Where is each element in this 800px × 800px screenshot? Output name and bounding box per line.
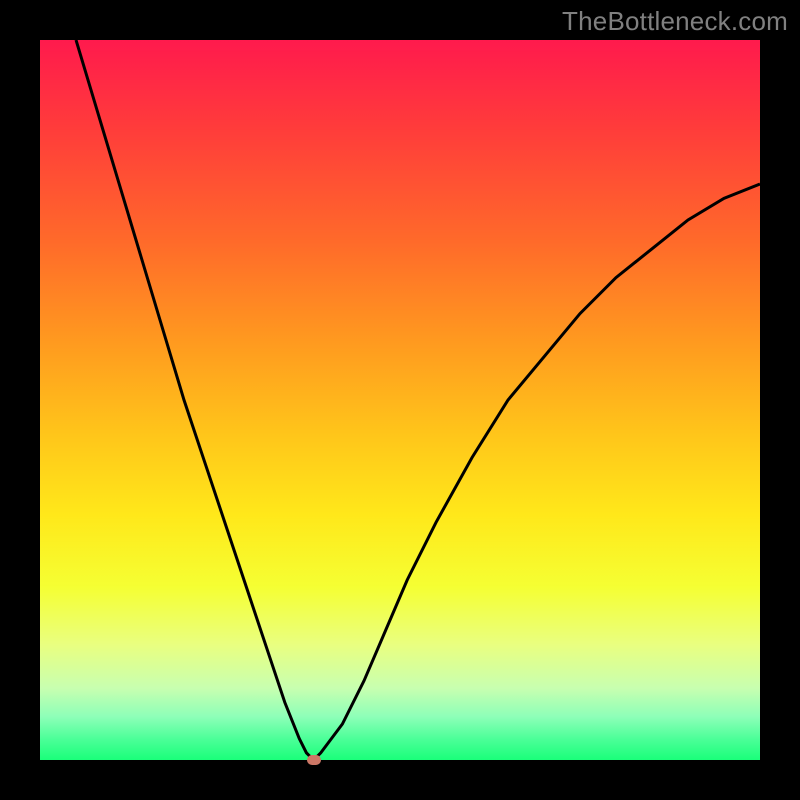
chart-frame: TheBottleneck.com: [0, 0, 800, 800]
plot-area: [40, 40, 760, 760]
optimal-point-marker: [307, 755, 321, 765]
watermark-label: TheBottleneck.com: [562, 6, 788, 37]
bottleneck-curve: [40, 40, 760, 760]
